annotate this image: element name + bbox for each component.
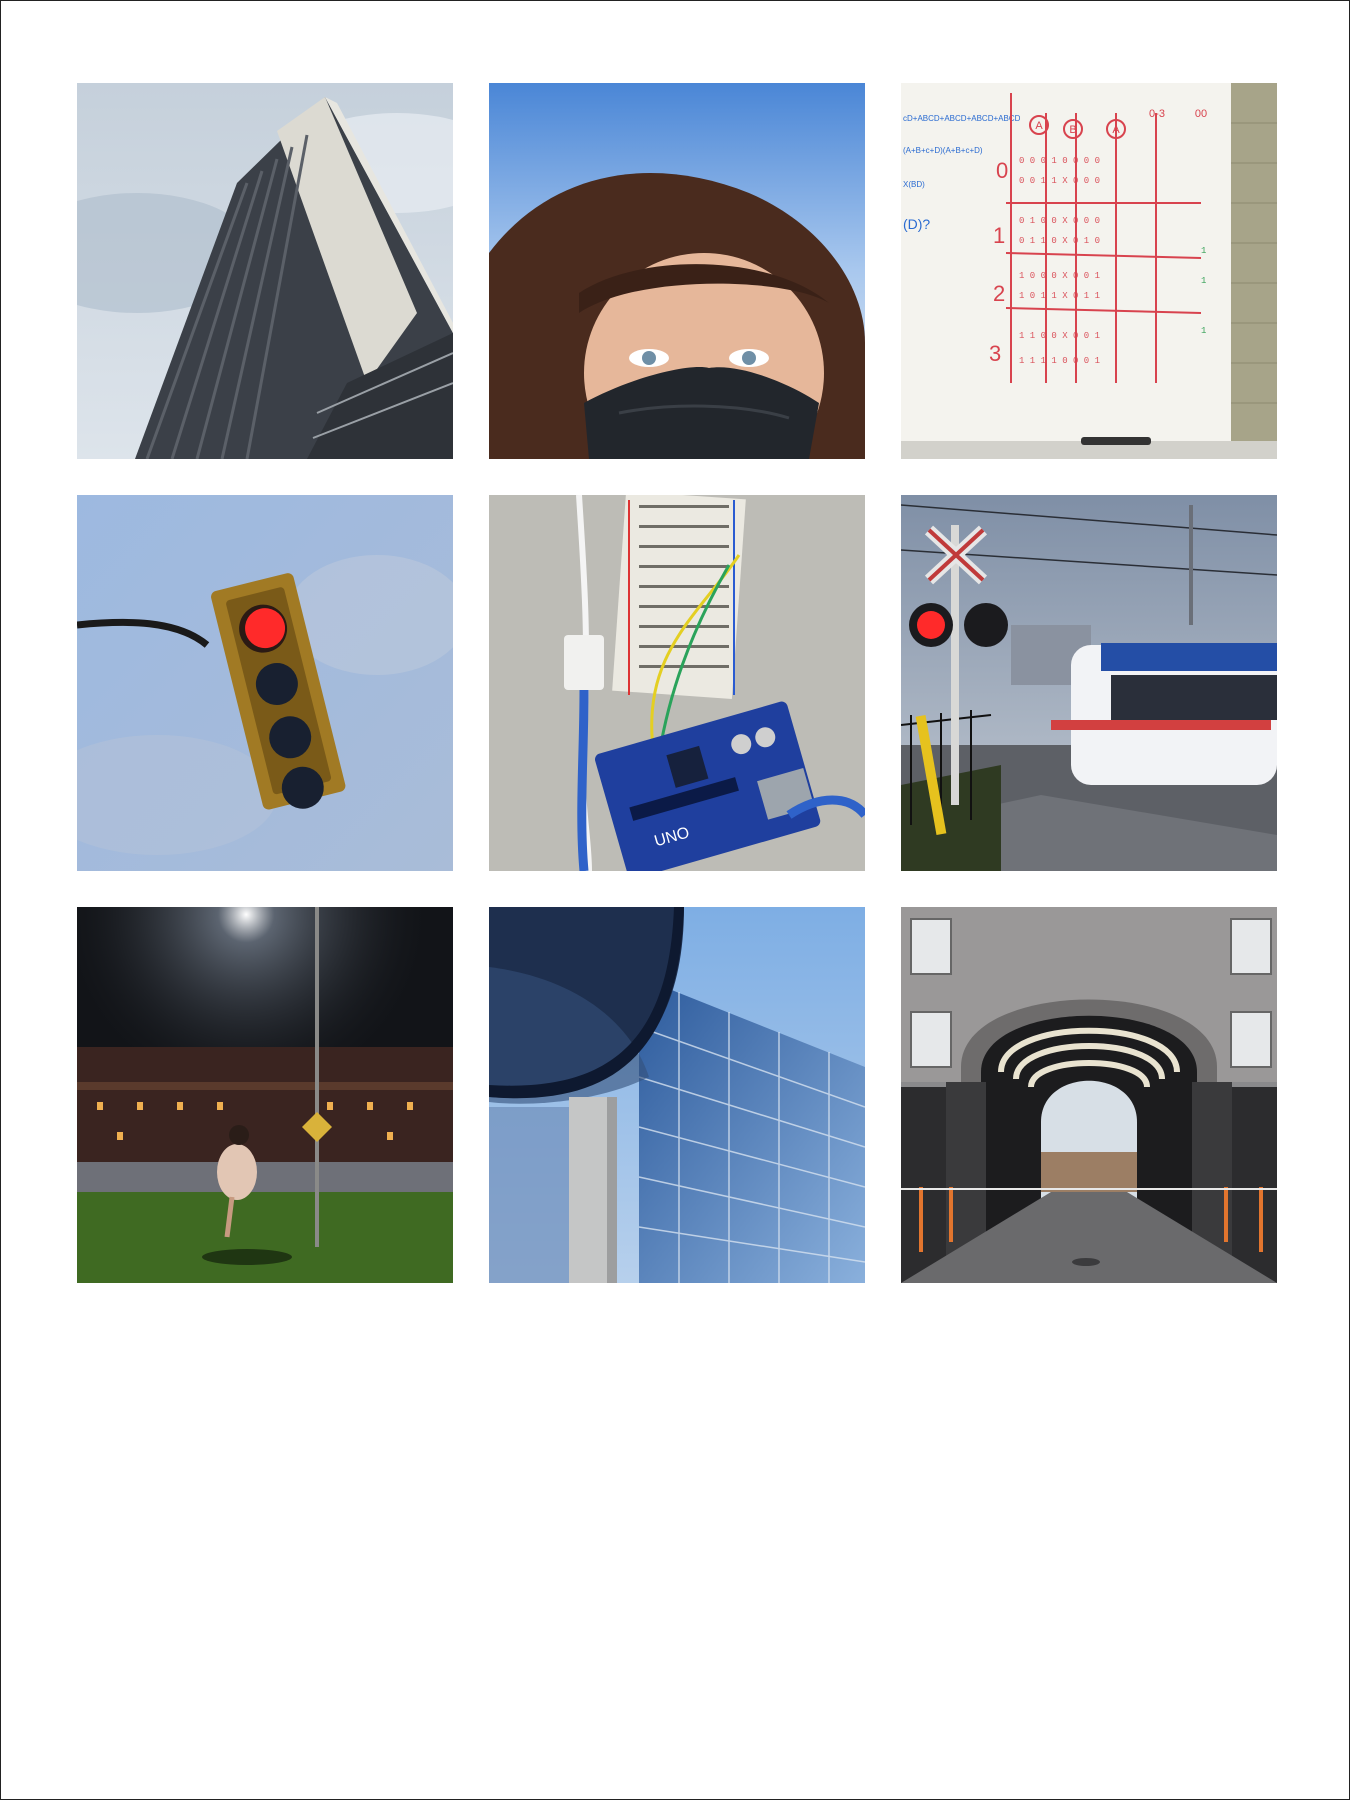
- photo-whiteboard-truth-table: cD+ABCD+ABCD+ABCD+ABCD (A+B+c+D)(A+B+c+D…: [901, 83, 1277, 459]
- svg-text:1: 1: [1201, 276, 1206, 286]
- svg-text:(A+B+c+D)(A+B+c+D): (A+B+c+D)(A+B+c+D): [903, 146, 983, 155]
- svg-text:1: 1: [1201, 326, 1206, 336]
- svg-text:0 0 1 1 X 0 0 0: 0 0 1 1 X 0 0 0: [1019, 176, 1100, 186]
- photo-grid: cD+ABCD+ABCD+ABCD+ABCD (A+B+c+D)(A+B+c+D…: [77, 83, 1277, 1283]
- whiteboard-row-0: 0: [996, 158, 1008, 183]
- photo-masked-selfie: [489, 83, 865, 459]
- whiteboard-col-range: 0-3: [1149, 108, 1165, 120]
- svg-text:1 0 0 0 X 0 0 1: 1 0 0 0 X 0 0 1: [1019, 271, 1100, 281]
- svg-text:cD+ABCD+ABCD+ABCD+ABCD: cD+ABCD+ABCD+ABCD+ABCD: [903, 114, 1021, 123]
- whiteboard-col-b: B: [1069, 124, 1076, 136]
- photo-glass-building: [489, 907, 865, 1283]
- masked-selfie-image: [489, 83, 865, 459]
- whiteboard-col-a: A: [1035, 120, 1043, 132]
- whiteboard-note: (D)?: [903, 216, 930, 232]
- whiteboard-col-00: 00: [1195, 108, 1207, 120]
- svg-text:X(BD): X(BD): [903, 180, 925, 189]
- whiteboard-image: cD+ABCD+ABCD+ABCD+ABCD (A+B+c+D)(A+B+c+D…: [901, 83, 1277, 459]
- glass-building-image: [489, 907, 865, 1283]
- traffic-light-image: [77, 495, 453, 871]
- high-rise-building-image: [77, 83, 453, 459]
- light-rail-crossing-image: [901, 495, 1277, 871]
- whiteboard-row-3: 3: [989, 341, 1001, 366]
- svg-text:1 1 1 1 0 0 0 1: 1 1 1 1 0 0 0 1: [1019, 356, 1100, 366]
- photo-arduino-breadboard: UNO: [489, 495, 865, 871]
- photo-brick-archway: [901, 907, 1277, 1283]
- photo-collage-page: cD+ABCD+ABCD+ABCD+ABCD (A+B+c+D)(A+B+c+D…: [0, 0, 1350, 1800]
- photo-high-rise-building: [77, 83, 453, 459]
- svg-text:1 0 1 1 X 0 1 1: 1 0 1 1 X 0 1 1: [1019, 291, 1100, 301]
- arduino-breadboard-image: UNO: [489, 495, 865, 871]
- whiteboard-col-a2: A: [1112, 124, 1120, 136]
- whiteboard-row-1: 1: [993, 223, 1005, 248]
- photo-traffic-light: [77, 495, 453, 871]
- photo-night-street-lamp: [77, 907, 453, 1283]
- brick-archway-image: [901, 907, 1277, 1283]
- svg-text:1: 1: [1201, 246, 1206, 256]
- photo-light-rail-crossing: [901, 495, 1277, 871]
- svg-text:1 1 0 0 X 0 0 1: 1 1 0 0 X 0 0 1: [1019, 331, 1100, 341]
- whiteboard-row-2: 2: [993, 281, 1005, 306]
- svg-text:0 1 0 0 X 0 0 0: 0 1 0 0 X 0 0 0: [1019, 216, 1100, 226]
- svg-text:0 0 0 1 0 0 0 0: 0 0 0 1 0 0 0 0: [1019, 156, 1100, 166]
- night-street-lamp-image: [77, 907, 453, 1283]
- svg-text:0 1 1 0 X 0 1 0: 0 1 1 0 X 0 1 0: [1019, 236, 1100, 246]
